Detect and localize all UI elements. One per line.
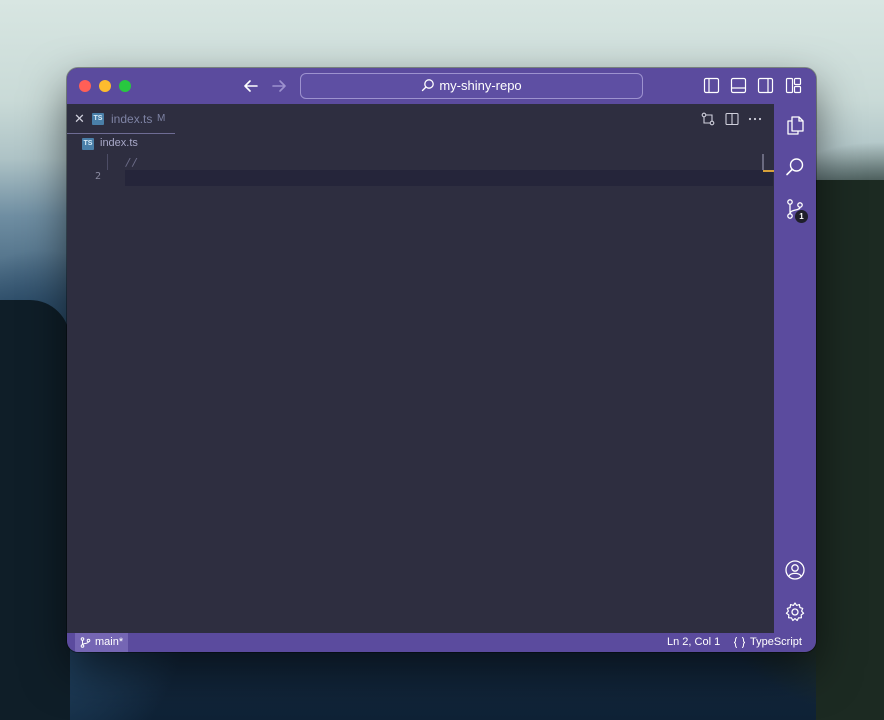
customize-layout-icon[interactable] bbox=[785, 77, 802, 94]
modified-indicator: M bbox=[157, 113, 166, 124]
close-window-button[interactable] bbox=[79, 80, 91, 92]
language-braces-icon bbox=[733, 637, 746, 648]
branch-status-item[interactable]: main* bbox=[75, 633, 128, 652]
app-window: my-shiny-repo ✕ TS index.ts M TS index.t… bbox=[67, 68, 816, 652]
account-icon[interactable] bbox=[784, 559, 806, 581]
cursor-marker bbox=[763, 170, 774, 172]
more-actions-icon[interactable] bbox=[747, 111, 763, 127]
minimize-window-button[interactable] bbox=[99, 80, 111, 92]
tab-index-ts[interactable]: ✕ TS index.ts M bbox=[67, 104, 175, 134]
language-mode[interactable]: TypeScript bbox=[750, 633, 802, 652]
open-changes-icon[interactable] bbox=[700, 111, 716, 127]
typescript-file-icon: TS bbox=[82, 138, 94, 150]
search-icon[interactable] bbox=[784, 156, 806, 178]
typescript-file-icon: TS bbox=[92, 113, 104, 125]
split-editor-icon[interactable] bbox=[724, 111, 740, 127]
tab-bar: ✕ TS index.ts M bbox=[67, 104, 774, 134]
source-control-badge: 1 bbox=[795, 210, 808, 223]
toggle-panel-icon[interactable] bbox=[730, 77, 747, 94]
command-center-search[interactable]: my-shiny-repo bbox=[300, 73, 643, 99]
toggle-secondary-sidebar-icon[interactable] bbox=[757, 77, 774, 94]
wallpaper-shape bbox=[0, 300, 70, 720]
editor-area: ✕ TS index.ts M TS index.ts 2 // bbox=[67, 104, 774, 633]
cursor-position[interactable]: Ln 2, Col 1 bbox=[667, 633, 720, 652]
activity-bar: 1 bbox=[774, 104, 816, 633]
explorer-icon[interactable] bbox=[784, 114, 806, 136]
active-tab-indicator bbox=[67, 133, 175, 134]
tab-label: index.ts bbox=[111, 112, 153, 126]
branch-icon bbox=[80, 637, 91, 648]
indent-guide bbox=[107, 154, 108, 170]
toggle-primary-sidebar-icon[interactable] bbox=[703, 77, 720, 94]
gear-icon[interactable] bbox=[784, 601, 806, 623]
search-label: my-shiny-repo bbox=[439, 78, 522, 93]
wallpaper-shape bbox=[816, 180, 884, 720]
scrollbar-marker bbox=[762, 154, 764, 170]
code-line[interactable]: // bbox=[125, 156, 138, 169]
current-line-highlight bbox=[125, 170, 773, 186]
zoom-window-button[interactable] bbox=[119, 80, 131, 92]
arrow-left-icon[interactable] bbox=[241, 76, 261, 96]
search-icon bbox=[422, 79, 435, 92]
branch-label: main* bbox=[95, 636, 124, 648]
title-bar: my-shiny-repo bbox=[67, 68, 816, 104]
status-bar: main* Ln 2, Col 1 TypeScript bbox=[67, 633, 816, 652]
line-number: 2 bbox=[95, 171, 102, 182]
arrow-right-icon[interactable] bbox=[269, 76, 289, 96]
close-icon[interactable]: ✕ bbox=[74, 111, 85, 127]
breadcrumb-file[interactable]: index.ts bbox=[100, 137, 138, 149]
